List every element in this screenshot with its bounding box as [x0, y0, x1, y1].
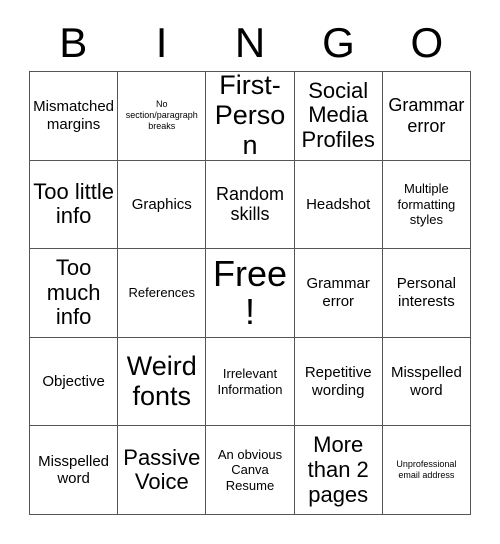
bingo-cell-label: First-Person	[214, 72, 286, 160]
bingo-cell-r4c1[interactable]: Objective	[30, 337, 119, 427]
bingo-cell-r1c3[interactable]: First-Person	[206, 72, 295, 161]
bingo-cell-free-space[interactable]: Free!	[206, 249, 295, 338]
bingo-cell-r2c1[interactable]: Too little info	[30, 160, 119, 250]
header-letter-b: B	[59, 18, 88, 66]
bingo-cell-label: Weird fonts	[126, 350, 197, 411]
bingo-cell-r3c1[interactable]: Too much info	[30, 249, 119, 338]
bingo-cell-label: Misspelled word	[390, 363, 462, 399]
bingo-cell-r3c2[interactable]: References	[118, 249, 207, 338]
bingo-cell-label: Mismatched margins	[33, 98, 115, 133]
bingo-cell-label: References	[128, 285, 196, 301]
bingo-cell-label: Repetitive wording	[304, 363, 372, 399]
bingo-cell-label: Objective	[42, 372, 105, 390]
bingo-cell-r1c1[interactable]: Mismatched margins	[30, 72, 119, 161]
bingo-cell-r1c2[interactable]: No section/paragraph breaks	[118, 72, 207, 161]
bingo-cell-label: More than 2 pages	[307, 432, 369, 507]
bingo-cell-label: Irrelevant Information	[217, 366, 283, 397]
bingo-cell-r2c5[interactable]: Multiple formatting styles	[382, 160, 471, 250]
bingo-cell-label: Personal interests	[396, 275, 456, 310]
bingo-cell-r5c1[interactable]: Misspelled word	[30, 426, 119, 515]
header-letter-n: N	[234, 18, 266, 66]
header-letter-o: O	[410, 18, 444, 66]
bingo-cell-r2c3[interactable]: Random skills	[206, 160, 295, 250]
bingo-grid: Mismatched margins No section/paragraph …	[29, 71, 471, 515]
bingo-cell-r5c5[interactable]: Unprofessional email address	[382, 426, 471, 515]
bingo-cell-r5c2[interactable]: Passive Voice	[118, 426, 207, 515]
bingo-cell-r5c3[interactable]: An obvious Canva Resume	[206, 426, 295, 515]
bingo-cell-label: Grammar error	[306, 275, 370, 310]
header-letter-i: I	[155, 18, 168, 66]
bingo-cell-label: Passive Voice	[123, 444, 201, 495]
bingo-cell-r1c5[interactable]: Grammar error	[382, 72, 471, 161]
bingo-cell-label: No section/paragraph breaks	[125, 98, 198, 132]
bingo-cell-label: Social Media Profiles	[301, 77, 375, 153]
bingo-cell-r4c4[interactable]: Repetitive wording	[294, 337, 383, 427]
bingo-cell-r2c2[interactable]: Graphics	[118, 160, 207, 250]
header-letter-g: G	[322, 18, 355, 66]
bingo-cell-r1c4[interactable]: Social Media Profiles	[294, 72, 383, 161]
bingo-cell-r2c4[interactable]: Headshot	[294, 160, 383, 250]
bingo-cell-r5c4[interactable]: More than 2 pages	[294, 426, 383, 515]
bingo-cell-label: Too much info	[46, 255, 101, 330]
free-space-label: Free!	[212, 253, 287, 332]
bingo-cell-r4c2[interactable]: Weird fonts	[118, 337, 207, 427]
bingo-cell-label: Headshot	[306, 195, 371, 213]
bingo-cell-label: Grammar error	[388, 95, 465, 136]
bingo-cell-r3c5[interactable]: Personal interests	[382, 249, 471, 338]
bingo-cell-label: Random skills	[215, 183, 285, 225]
bingo-cell-r3c4[interactable]: Grammar error	[294, 249, 383, 338]
bingo-cell-label: Multiple formatting styles	[397, 181, 456, 228]
bingo-cell-label: Unprofessional email address	[396, 458, 457, 481]
bingo-header-row: B I N G O	[29, 14, 471, 71]
bingo-cell-label: Misspelled word	[38, 452, 110, 488]
bingo-cell-label: Too little info	[33, 178, 114, 229]
bingo-cell-r4c5[interactable]: Misspelled word	[382, 337, 471, 427]
bingo-cell-r4c3[interactable]: Irrelevant Information	[206, 337, 295, 427]
bingo-cell-label: Graphics	[131, 195, 192, 213]
bingo-cell-label: An obvious Canva Resume	[217, 446, 283, 493]
bingo-card: B I N G O Mismatched margins No section/…	[0, 0, 500, 544]
